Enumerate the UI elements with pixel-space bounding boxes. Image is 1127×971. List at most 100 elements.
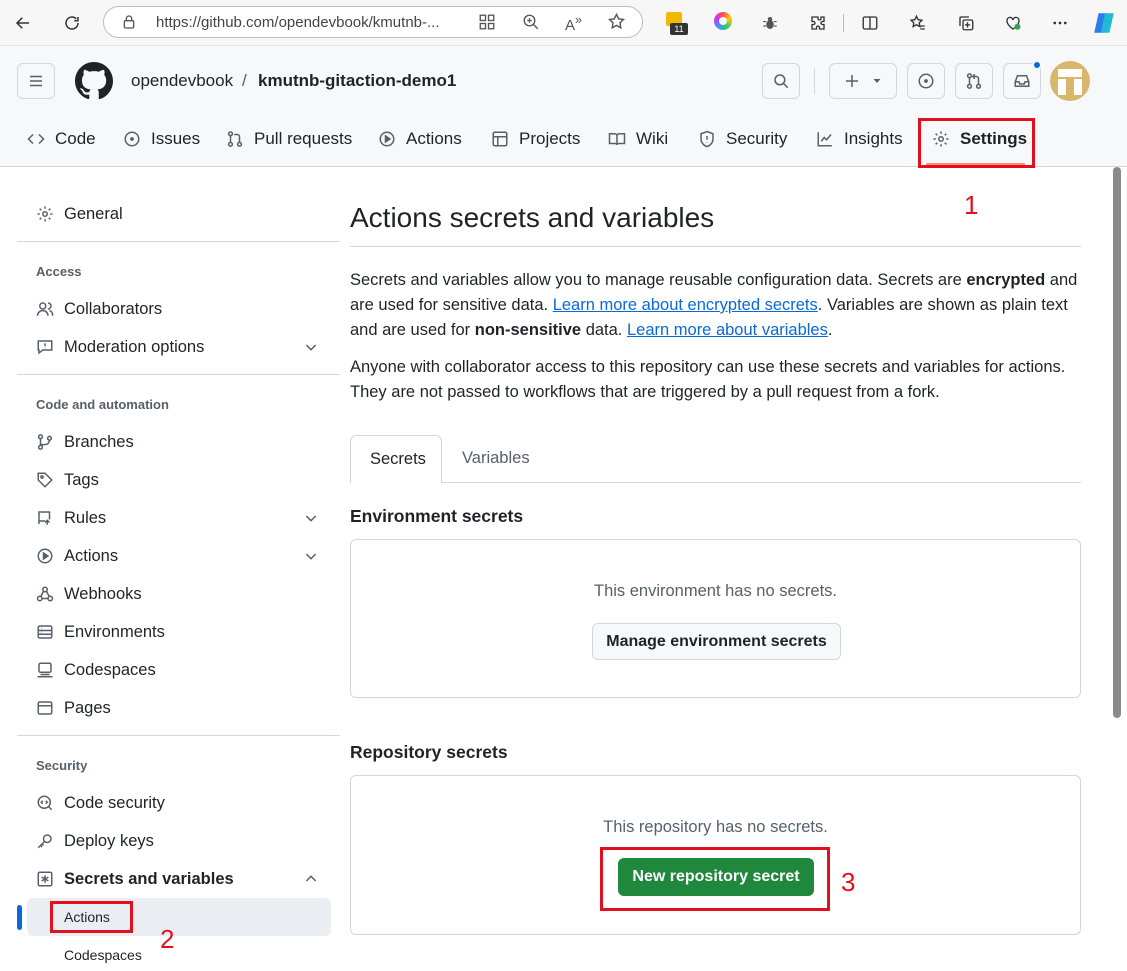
avatar[interactable]	[1050, 61, 1090, 101]
badge-count: 11	[670, 23, 688, 35]
sidebar-item-deploy-keys[interactable]: Deploy keys	[36, 826, 154, 856]
page-scrollbar[interactable]	[1113, 167, 1121, 718]
repo-secrets-heading: Repository secrets	[350, 742, 508, 762]
webhook-icon	[36, 586, 54, 602]
sidebar-subitem-codespaces[interactable]: Codespaces	[64, 947, 142, 963]
tab-insights[interactable]: Insights	[816, 126, 903, 152]
tab-pull-requests[interactable]: Pull requests	[226, 126, 352, 152]
color-extension-icon[interactable]	[714, 12, 732, 30]
create-new-button[interactable]	[829, 63, 897, 99]
comment-report-icon	[37, 340, 53, 355]
refresh-icon[interactable]	[57, 8, 87, 38]
header-divider	[814, 68, 815, 94]
browser-toolbar: https://github.com/opendevbook/kmutnb-..…	[0, 0, 1127, 46]
sidebar-heading-code: Code and automation	[36, 397, 169, 412]
tab-secrets[interactable]: Secrets	[350, 435, 442, 483]
shield-icon	[700, 130, 714, 148]
sidebar-item-code-security[interactable]: Code security	[36, 788, 165, 818]
tab-variables[interactable]: Variables	[442, 435, 542, 482]
tab-wiki-label: Wiki	[636, 129, 669, 148]
sidebar-item-tags[interactable]: Tags	[36, 465, 99, 495]
tab-secrets-label: Secrets	[370, 450, 426, 468]
breadcrumb-owner[interactable]: opendevbook	[131, 71, 233, 91]
more-menu-icon[interactable]	[1045, 8, 1075, 38]
browser-essentials-icon[interactable]	[998, 8, 1028, 38]
repo-push-icon	[38, 511, 51, 525]
extensions-puzzle-icon[interactable]	[803, 8, 833, 38]
chevron-down-icon[interactable]	[303, 548, 319, 564]
people-icon	[36, 302, 54, 316]
tab-pull-requests-label: Pull requests	[254, 129, 353, 148]
tabs-underline	[350, 482, 1081, 483]
active-indicator	[17, 905, 22, 930]
tab-issues[interactable]: Issues	[123, 126, 200, 152]
sidebar-label-secrets-variables: Secrets and variables	[64, 869, 234, 888]
pull-requests-icon[interactable]	[955, 63, 993, 99]
tab-insights-label: Insights	[844, 129, 903, 148]
sidebar-item-pages[interactable]: Pages	[36, 693, 111, 723]
sidebar-item-branches[interactable]: Branches	[36, 427, 134, 457]
sidebar-divider	[17, 374, 340, 375]
read-aloud-icon[interactable]: A»	[565, 13, 582, 34]
sidebar-item-moderation[interactable]: Moderation options	[36, 332, 204, 362]
back-icon[interactable]	[8, 8, 38, 38]
tab-actions[interactable]: Actions	[378, 126, 462, 152]
extension-badge-icon[interactable]: 11	[666, 12, 688, 35]
learn-variables-link[interactable]: Learn more about variables	[627, 321, 828, 339]
chevron-up-icon[interactable]	[303, 871, 319, 887]
asterisk-box-icon	[37, 871, 53, 887]
sidebar-heading-security: Security	[36, 758, 88, 773]
sidebar-label-codespaces: Codespaces	[64, 660, 156, 679]
issues-icon[interactable]	[907, 63, 945, 99]
chevron-down-icon[interactable]	[303, 510, 319, 526]
address-bar[interactable]: https://github.com/opendevbook/kmutnb-..…	[103, 6, 643, 38]
sidebar-item-codespaces[interactable]: Codespaces	[36, 655, 156, 685]
sidebar-item-webhooks[interactable]: Webhooks	[36, 579, 142, 609]
favorite-star-icon[interactable]	[607, 12, 626, 36]
lock-icon[interactable]	[121, 14, 137, 30]
toolbar-divider	[843, 14, 844, 32]
book-icon	[608, 133, 626, 146]
bug-icon[interactable]	[755, 8, 785, 38]
tab-security[interactable]: Security	[698, 126, 787, 152]
branch-icon	[37, 434, 53, 450]
tab-projects-label: Projects	[519, 129, 581, 148]
url-text[interactable]: https://github.com/opendevbook/kmutnb-..…	[156, 14, 440, 31]
sidebar-item-rules[interactable]: Rules	[36, 503, 106, 533]
github-logo-icon[interactable]	[75, 62, 113, 100]
collections-icon[interactable]	[951, 8, 981, 38]
codespaces-icon	[37, 662, 53, 678]
tab-code[interactable]: Code	[27, 126, 96, 152]
sidebar-item-secrets-variables[interactable]: Secrets and variables	[36, 864, 234, 894]
split-screen-icon[interactable]	[855, 8, 885, 38]
tab-wiki[interactable]: Wiki	[608, 126, 668, 152]
chevron-down-icon[interactable]	[303, 339, 319, 355]
breadcrumb-repo[interactable]: kmutnb-gitaction-demo1	[258, 71, 456, 91]
play-icon	[379, 131, 395, 147]
search-button[interactable]	[762, 63, 800, 99]
sidebar-label-general: General	[64, 204, 123, 223]
app-grid-icon[interactable]	[478, 13, 496, 36]
browser-icon	[37, 701, 53, 715]
zoom-icon[interactable]	[522, 13, 540, 36]
sidebar-label-actions: Actions	[64, 546, 119, 565]
sidebar-label-environments: Environments	[64, 622, 165, 641]
graph-icon	[817, 132, 832, 147]
code-icon	[27, 133, 45, 145]
favorites-icon[interactable]	[903, 8, 933, 38]
sidebar-item-actions[interactable]: Actions	[36, 541, 118, 571]
learn-secrets-link[interactable]: Learn more about encrypted secrets	[553, 296, 818, 314]
copilot-icon[interactable]	[1091, 10, 1117, 36]
sidebar-divider	[17, 735, 340, 736]
tab-issues-label: Issues	[151, 129, 201, 148]
sidebar-label-branches: Branches	[64, 432, 134, 451]
hamburger-menu-button[interactable]	[17, 63, 55, 99]
annotation-number-1: 1	[964, 190, 979, 220]
pull-request-icon	[227, 131, 243, 147]
sidebar-label-code-security: Code security	[64, 793, 165, 812]
sidebar-item-environments[interactable]: Environments	[36, 617, 165, 647]
tab-projects[interactable]: Projects	[491, 126, 580, 152]
manage-env-secrets-button[interactable]: Manage environment secrets	[592, 623, 841, 660]
sidebar-item-collaborators[interactable]: Collaborators	[36, 294, 162, 324]
sidebar-item-general[interactable]: General	[36, 199, 123, 229]
